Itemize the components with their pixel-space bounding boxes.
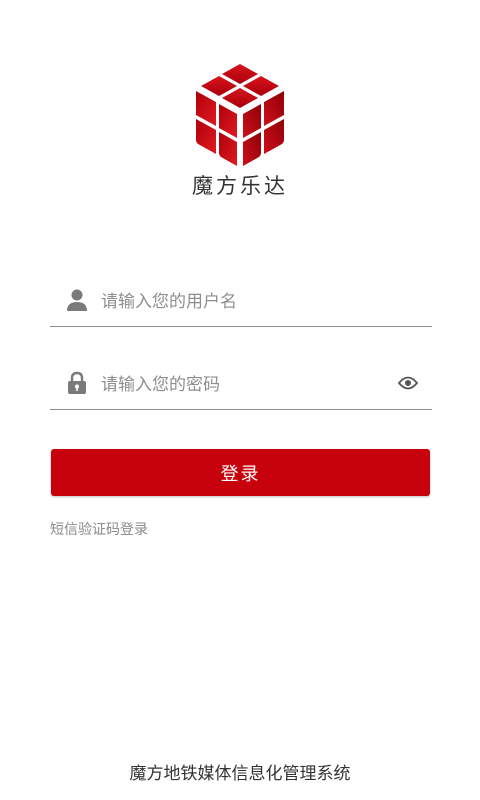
system-name: 魔方地铁媒体信息化管理系统 [129, 764, 351, 784]
eye-icon[interactable] [398, 375, 418, 391]
password-field[interactable] [50, 365, 432, 410]
username-field[interactable] [50, 282, 432, 327]
sms-login-link[interactable]: 短信验证码登录 [50, 519, 148, 539]
lock-icon [68, 371, 86, 394]
brand-name: 魔方乐达 [192, 174, 288, 198]
login-button[interactable]: 登录 [51, 449, 430, 496]
user-icon [67, 289, 87, 311]
login-screen: 魔方乐达 登录 短信验证码登录 魔方地铁媒体信息化管理系统 [0, 0, 480, 800]
username-input[interactable] [101, 286, 391, 318]
password-input[interactable] [101, 369, 391, 401]
cube-logo-icon [196, 64, 284, 166]
